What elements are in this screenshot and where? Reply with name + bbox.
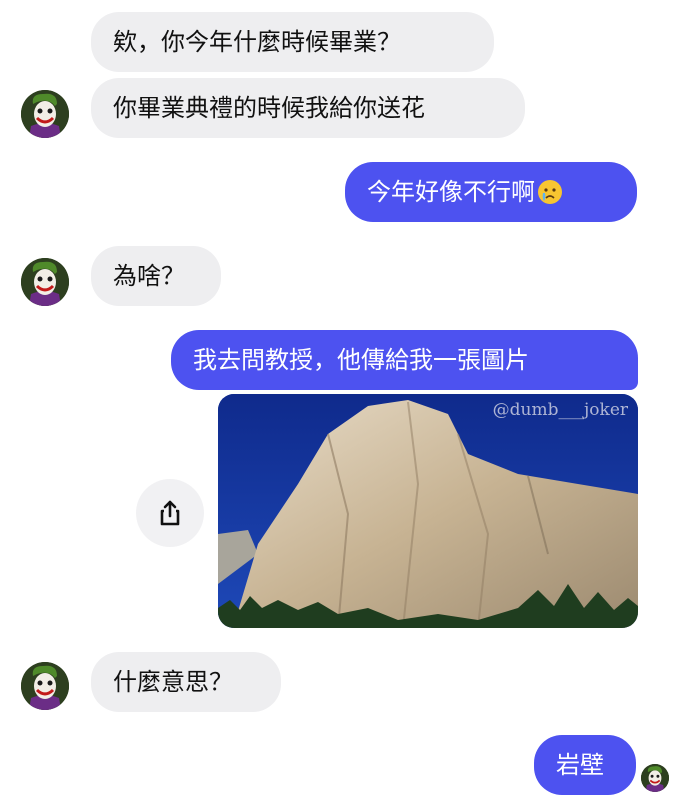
photo-message[interactable]: @dumb___joker [218,394,638,628]
message-text: 我去問教授，他傳給我一張圖片 [193,346,529,374]
incoming-message-bubble: 欸，你今年什麼時候畢業？ [91,12,494,72]
joker-avatar-icon [21,90,69,138]
cliff-photo [218,394,638,628]
message-text: 今年好像不行啊 [367,178,535,206]
message-text: 岩壁 [556,751,604,779]
outgoing-message-bubble: 岩壁 [534,735,636,795]
contact-avatar[interactable] [21,90,69,138]
message-text: 什麼意思？ [113,668,233,696]
joker-avatar-icon [641,764,669,792]
joker-avatar-icon [21,258,69,306]
outgoing-message-bubble: 今年好像不行啊 [345,162,637,222]
message-text: 欸，你今年什麼時候畢業？ [113,28,401,56]
incoming-message-bubble: 你畢業典禮的時候我給你送花 [91,78,525,138]
read-receipt-avatar [641,764,669,792]
message-text: 你畢業典禮的時候我給你送花 [113,94,425,122]
share-button[interactable] [136,479,204,547]
contact-avatar[interactable] [21,662,69,710]
message-text: 為啥？ [113,262,185,290]
incoming-message-bubble: 為啥？ [91,246,221,306]
incoming-message-bubble: 什麼意思？ [91,652,281,712]
contact-avatar[interactable] [21,258,69,306]
share-icon [160,500,180,526]
outgoing-message-bubble: 我去問教授，他傳給我一張圖片 [171,330,638,390]
joker-avatar-icon [21,662,69,710]
crying-face-emoji-icon [538,180,562,204]
photo-watermark: @dumb___joker [492,400,628,420]
